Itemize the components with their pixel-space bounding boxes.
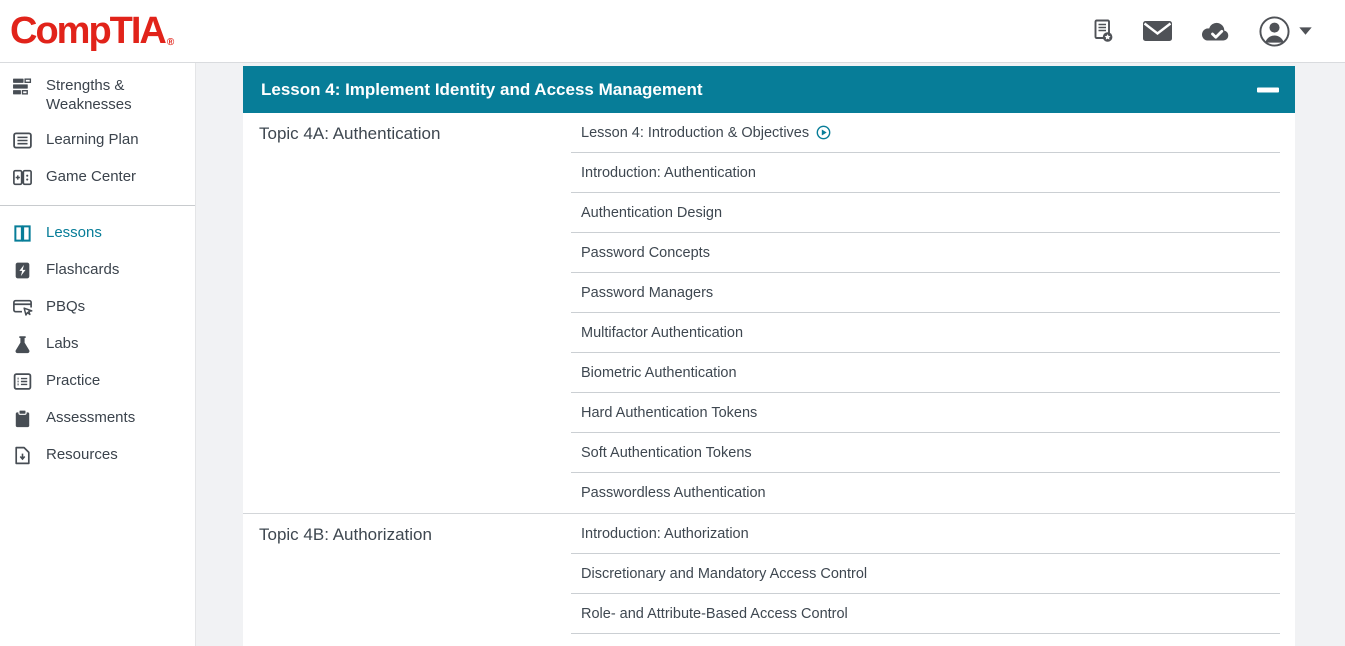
- sidebar-item-label: Practice: [46, 371, 100, 390]
- sidebar-divider: [0, 205, 195, 206]
- sidebar-item-practice[interactable]: Practice: [0, 363, 195, 400]
- lesson-item-password-managers[interactable]: Password Managers: [571, 273, 1280, 313]
- caret-down-icon: [1298, 26, 1313, 36]
- game-center-icon: [12, 167, 33, 188]
- header-icon-bar: [1090, 15, 1345, 48]
- sidebar-item-labs[interactable]: Labs: [0, 326, 195, 363]
- sidebar-item-label: Assessments: [46, 408, 135, 427]
- messages-icon[interactable]: [1142, 19, 1173, 43]
- lesson-item-biometric-authentication[interactable]: Biometric Authentication: [571, 353, 1280, 393]
- topic-label: Topic 4B: Authorization: [243, 514, 571, 634]
- sidebar-item-flashcards[interactable]: Flashcards: [0, 252, 195, 289]
- topic-label: Topic 4A: Authentication: [243, 113, 571, 513]
- header-action-icons: [1090, 18, 1232, 45]
- lessons-icon: [12, 223, 33, 244]
- lesson-title: Lesson 4: Implement Identity and Access …: [261, 80, 703, 100]
- sidebar-item-strengths-weaknesses[interactable]: Strengths & Weaknesses: [0, 68, 195, 122]
- topic-items: Lesson 4: Introduction & Objectives Intro…: [571, 113, 1295, 513]
- lesson-item-label: Introduction: Authorization: [581, 526, 749, 542]
- lesson-item-label: Introduction: Authentication: [581, 165, 756, 181]
- lesson-item-role-and-attribute-based-access-control[interactable]: Role- and Attribute-Based Access Control: [571, 594, 1280, 634]
- lesson-item-soft-authentication-tokens[interactable]: Soft Authentication Tokens: [571, 433, 1280, 473]
- sidebar-item-label: Labs: [46, 334, 79, 353]
- transcript-icon[interactable]: [1090, 18, 1116, 45]
- sidebar-item-label: Flashcards: [46, 260, 119, 279]
- lesson-item-label: Role- and Attribute-Based Access Control: [581, 606, 848, 622]
- lesson-item-label: Password Concepts: [581, 245, 710, 261]
- lesson-item-label: Soft Authentication Tokens: [581, 445, 752, 461]
- lesson-item-introduction-authorization[interactable]: Introduction: Authorization: [571, 514, 1280, 554]
- sidebar: Strengths & Weaknesses Learning Plan Game …: [0, 63, 196, 646]
- sidebar-item-label: PBQs: [46, 297, 85, 316]
- lesson-item-introduction-authentication[interactable]: Introduction: Authentication: [571, 153, 1280, 193]
- app-header: CompTIA ®: [0, 0, 1345, 63]
- logo-text: CompTIA: [10, 12, 165, 50]
- lesson-item-label: Discretionary and Mandatory Access Contr…: [581, 566, 867, 582]
- registered-mark: ®: [167, 38, 174, 48]
- play-icon[interactable]: [816, 125, 831, 140]
- topic-section-topic-4a-authentication: Topic 4A: AuthenticationLesson 4: Introd…: [243, 113, 1295, 514]
- sidebar-item-label: Game Center: [46, 167, 136, 186]
- lesson-item-lesson-4-introduction-objectives[interactable]: Lesson 4: Introduction & Objectives: [571, 113, 1280, 153]
- lesson-item-passwordless-authentication[interactable]: Passwordless Authentication: [571, 473, 1280, 513]
- learning-plan-icon: [12, 130, 33, 151]
- sidebar-item-label: Lessons: [46, 223, 102, 242]
- lesson-item-label: Authentication Design: [581, 205, 722, 221]
- sidebar-item-label: Resources: [46, 445, 118, 464]
- strengths-icon: [12, 76, 33, 97]
- sidebar-item-lessons[interactable]: Lessons: [0, 215, 195, 252]
- assessments-icon: [12, 408, 33, 429]
- topic-section-topic-4b-authorization: Topic 4B: AuthorizationIntroduction: Aut…: [243, 514, 1295, 634]
- lesson-item-discretionary-and-mandatory-access-control[interactable]: Discretionary and Mandatory Access Contr…: [571, 554, 1280, 594]
- account-icon: [1258, 15, 1291, 48]
- lesson-item-label: Biometric Authentication: [581, 365, 737, 381]
- lesson-item-multifactor-authentication[interactable]: Multifactor Authentication: [571, 313, 1280, 353]
- lesson-header[interactable]: Lesson 4: Implement Identity and Access …: [243, 66, 1295, 113]
- comptia-logo[interactable]: CompTIA ®: [0, 12, 174, 50]
- account-menu[interactable]: [1258, 15, 1313, 48]
- lesson-item-password-concepts[interactable]: Password Concepts: [571, 233, 1280, 273]
- sidebar-item-assessments[interactable]: Assessments: [0, 400, 195, 437]
- topics: Topic 4A: AuthenticationLesson 4: Introd…: [243, 113, 1295, 634]
- lesson-panel: Lesson 4: Implement Identity and Access …: [243, 66, 1295, 646]
- lesson-item-authentication-design[interactable]: Authentication Design: [571, 193, 1280, 233]
- collapse-icon[interactable]: [1257, 87, 1279, 93]
- sidebar-item-pbqs[interactable]: PBQs: [0, 289, 195, 326]
- practice-icon: [12, 371, 33, 392]
- lesson-item-label: Passwordless Authentication: [581, 485, 766, 501]
- cloud-sync-icon[interactable]: [1199, 19, 1232, 44]
- sidebar-item-label: Strengths & Weaknesses: [46, 76, 187, 114]
- sidebar-item-game-center[interactable]: Game Center: [0, 159, 195, 196]
- topic-items: Introduction: Authorization Discretionary…: [571, 514, 1295, 634]
- sidebar-nav: Strengths & Weaknesses Learning Plan Game …: [0, 68, 195, 474]
- lesson-item-hard-authentication-tokens[interactable]: Hard Authentication Tokens: [571, 393, 1280, 433]
- sidebar-item-learning-plan[interactable]: Learning Plan: [0, 122, 195, 159]
- resources-icon: [12, 445, 33, 466]
- flashcards-icon: [12, 260, 33, 281]
- lesson-item-label: Hard Authentication Tokens: [581, 405, 757, 421]
- lesson-item-label: Password Managers: [581, 285, 713, 301]
- sidebar-item-resources[interactable]: Resources: [0, 437, 195, 474]
- lesson-item-label: Multifactor Authentication: [581, 325, 743, 341]
- lesson-item-label: Lesson 4: Introduction & Objectives: [581, 125, 809, 141]
- labs-icon: [12, 334, 33, 355]
- sidebar-item-label: Learning Plan: [46, 130, 139, 149]
- pbqs-icon: [12, 297, 33, 318]
